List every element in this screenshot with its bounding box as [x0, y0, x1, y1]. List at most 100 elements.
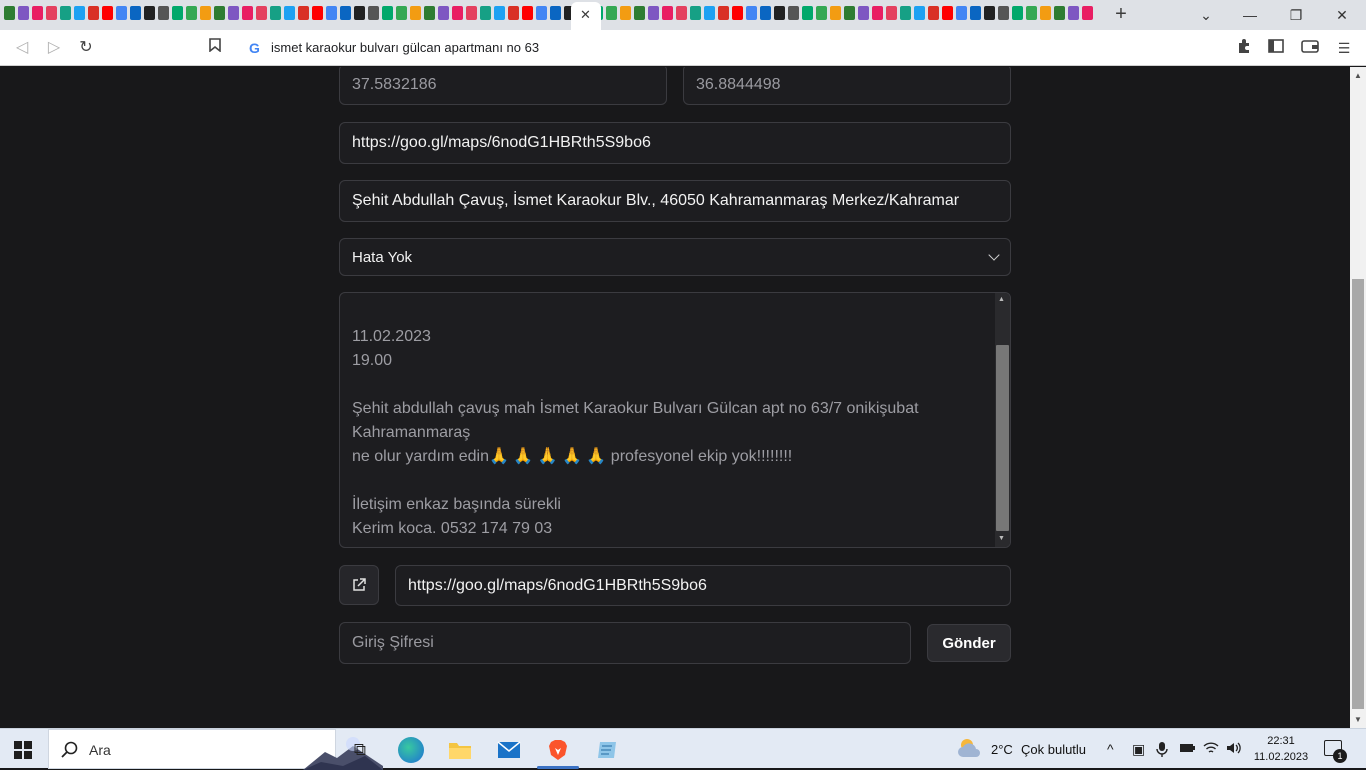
weather-icon[interactable] [957, 737, 983, 762]
notepad-icon[interactable] [594, 737, 620, 763]
textarea-scroll-thumb[interactable] [996, 345, 1009, 531]
battery-icon[interactable] [1179, 741, 1195, 757]
back-icon[interactable]: ◁ [10, 36, 34, 60]
tab-favicons[interactable] [4, 6, 1096, 24]
reload-icon[interactable]: ↻ [74, 36, 98, 60]
address-bar[interactable]: G ismet karaokur bulvarı gülcan apartman… [237, 34, 1129, 62]
tab-favicon-icon[interactable] [200, 6, 211, 20]
tab-favicon-icon[interactable] [872, 6, 883, 20]
tab-favicon-icon[interactable] [46, 6, 57, 20]
message-textarea[interactable]: 11.02.2023 19.00 Şehit abdullah çavuş ma… [339, 292, 1011, 548]
menu-icon[interactable]: ☰ [1334, 38, 1354, 58]
tab-favicon-icon[interactable] [466, 6, 477, 20]
tab-favicon-icon[interactable] [1012, 6, 1023, 20]
tab-favicon-icon[interactable] [410, 6, 421, 20]
tab-favicon-icon[interactable] [494, 6, 505, 20]
chevron-up-icon[interactable]: ^ [1107, 741, 1114, 757]
minimize-icon[interactable]: — [1230, 3, 1270, 27]
extensions-icon[interactable] [1234, 38, 1254, 58]
tab-favicon-icon[interactable] [886, 6, 897, 20]
tab-favicon-icon[interactable] [382, 6, 393, 20]
tab-favicon-icon[interactable] [172, 6, 183, 20]
address-field[interactable]: Şehit Abdullah Çavuş, İsmet Karaokur Blv… [339, 180, 1011, 222]
longitude-field[interactable]: 36.8844498 [683, 67, 1011, 105]
status-select[interactable]: Hata Yok [339, 238, 1011, 276]
tab-favicon-icon[interactable] [354, 6, 365, 20]
tab-favicon-icon[interactable] [844, 6, 855, 20]
tab-favicon-icon[interactable] [186, 6, 197, 20]
tab-favicon-icon[interactable] [438, 6, 449, 20]
microphone-icon[interactable] [1156, 741, 1168, 760]
tab-favicon-icon[interactable] [760, 6, 771, 20]
tab-favicon-icon[interactable] [74, 6, 85, 20]
file-explorer-icon[interactable] [447, 737, 473, 763]
brave-icon[interactable] [545, 737, 571, 763]
tab-search-icon[interactable]: ⌄ [1186, 3, 1226, 27]
tab-favicon-icon[interactable] [242, 6, 253, 20]
tab-favicon-icon[interactable] [214, 6, 225, 20]
tab-favicon-icon[interactable] [956, 6, 967, 20]
tab-favicon-icon[interactable] [788, 6, 799, 20]
tab-favicon-icon[interactable] [116, 6, 127, 20]
tab-favicon-icon[interactable] [102, 6, 113, 20]
tab-favicon-icon[interactable] [536, 6, 547, 20]
tab-favicon-icon[interactable] [998, 6, 1009, 20]
tab-favicon-icon[interactable] [1054, 6, 1065, 20]
tab-favicon-icon[interactable] [662, 6, 673, 20]
tab-favicon-icon[interactable] [746, 6, 757, 20]
tab-favicon-icon[interactable] [508, 6, 519, 20]
tab-favicon-icon[interactable] [480, 6, 491, 20]
tab-favicon-icon[interactable] [1068, 6, 1079, 20]
tab-favicon-icon[interactable] [606, 6, 617, 20]
tab-favicon-icon[interactable] [312, 6, 323, 20]
page-scrollbar[interactable]: ▲ ▼ [1350, 67, 1366, 728]
tab-favicon-icon[interactable] [984, 6, 995, 20]
maps-link-field[interactable]: https://goo.gl/maps/6nodG1HBRth5S9bo6 [339, 122, 1011, 164]
tab-favicon-icon[interactable] [802, 6, 813, 20]
sidebar-icon[interactable] [1266, 38, 1286, 58]
edge-icon[interactable] [398, 737, 424, 763]
active-tab[interactable]: ✕ [571, 2, 601, 30]
taskbar-search[interactable]: Ara [48, 729, 383, 770]
meet-now-icon[interactable]: ▣ [1132, 741, 1145, 758]
tab-favicon-icon[interactable] [816, 6, 827, 20]
tab-favicon-icon[interactable] [620, 6, 631, 20]
tab-favicon-icon[interactable] [326, 6, 337, 20]
forward-icon[interactable]: ▷ [42, 36, 66, 60]
tab-favicon-icon[interactable] [704, 6, 715, 20]
tab-favicon-icon[interactable] [368, 6, 379, 20]
wifi-icon[interactable] [1203, 741, 1219, 758]
scroll-up-icon[interactable]: ▲ [998, 296, 1005, 303]
tab-favicon-icon[interactable] [676, 6, 687, 20]
tab-favicon-icon[interactable] [88, 6, 99, 20]
scroll-down-icon[interactable]: ▼ [998, 535, 1005, 542]
tab-favicon-icon[interactable] [4, 6, 15, 20]
new-tab-button[interactable]: + [1110, 3, 1132, 25]
scroll-down-icon[interactable]: ▼ [1354, 715, 1362, 724]
tab-favicon-icon[interactable] [522, 6, 533, 20]
tab-favicon-icon[interactable] [228, 6, 239, 20]
tab-favicon-icon[interactable] [32, 6, 43, 20]
tab-favicon-icon[interactable] [60, 6, 71, 20]
tab-favicon-icon[interactable] [648, 6, 659, 20]
submit-button[interactable]: Gönder [927, 624, 1011, 662]
tab-favicon-icon[interactable] [452, 6, 463, 20]
bookmark-icon[interactable] [203, 36, 227, 60]
tab-favicon-icon[interactable] [284, 6, 295, 20]
tab-favicon-icon[interactable] [18, 6, 29, 20]
page-scroll-thumb[interactable] [1352, 279, 1364, 709]
tab-favicon-icon[interactable] [550, 6, 561, 20]
tab-favicon-icon[interactable] [942, 6, 953, 20]
tab-favicon-icon[interactable] [1040, 6, 1051, 20]
tab-favicon-icon[interactable] [732, 6, 743, 20]
tab-favicon-icon[interactable] [270, 6, 281, 20]
tab-favicon-icon[interactable] [970, 6, 981, 20]
tab-favicon-icon[interactable] [900, 6, 911, 20]
open-link-field[interactable]: https://goo.gl/maps/6nodG1HBRth5S9bo6 [395, 565, 1011, 606]
tab-favicon-icon[interactable] [858, 6, 869, 20]
tab-favicon-icon[interactable] [298, 6, 309, 20]
mail-icon[interactable] [496, 737, 522, 763]
wallet-icon[interactable] [1300, 38, 1320, 58]
tab-favicon-icon[interactable] [928, 6, 939, 20]
scroll-up-icon[interactable]: ▲ [1354, 71, 1362, 80]
